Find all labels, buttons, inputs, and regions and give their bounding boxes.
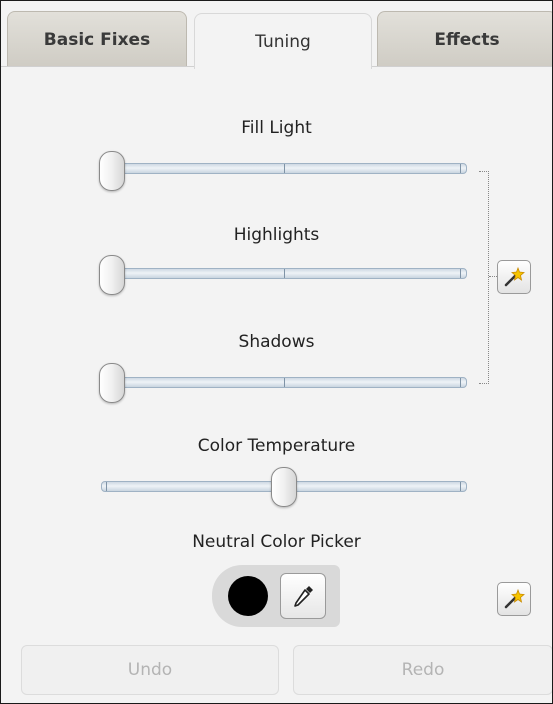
redo-button[interactable]: Redo: [293, 645, 552, 695]
tab-bar: Basic Fixes Effects Tuning: [1, 1, 552, 69]
shadows-slider-thumb[interactable]: [99, 363, 125, 403]
tuning-panel: Basic Fixes Effects Tuning Fill Light Hi…: [0, 0, 553, 704]
neutral-color-swatch: [228, 576, 268, 616]
eyedropper-icon: [294, 586, 313, 607]
shadows-slider-track[interactable]: [101, 377, 467, 388]
highlights-slider-thumb[interactable]: [99, 255, 125, 295]
tab-effects[interactable]: Effects: [377, 11, 552, 67]
fill-light-slider-track[interactable]: [101, 163, 467, 174]
color-temperature-label: Color Temperature: [197, 436, 356, 456]
auto-color-button[interactable]: [497, 582, 531, 616]
highlights-label: Highlights: [233, 225, 320, 245]
neutral-color-picker-label: Neutral Color Picker: [192, 532, 361, 552]
magic-wand-icon: [504, 266, 525, 287]
neutral-color-picker-group: [212, 565, 340, 627]
color-temperature-slider-thumb[interactable]: [271, 467, 297, 507]
highlights-slider-track[interactable]: [101, 268, 467, 279]
undo-button[interactable]: Undo: [21, 645, 279, 695]
shadows-label: Shadows: [238, 332, 315, 352]
magic-wand-icon: [504, 588, 525, 609]
auto-tune-button[interactable]: [497, 260, 531, 294]
fill-light-slider-thumb[interactable]: [99, 151, 125, 191]
tab-basic-fixes[interactable]: Basic Fixes: [7, 11, 187, 67]
slider-group-bracket: [479, 171, 489, 384]
tab-tuning[interactable]: Tuning: [194, 13, 372, 69]
eyedropper-button[interactable]: [280, 573, 326, 619]
fill-light-label: Fill Light: [241, 118, 312, 138]
slider-group-bracket-tail: [489, 276, 497, 277]
